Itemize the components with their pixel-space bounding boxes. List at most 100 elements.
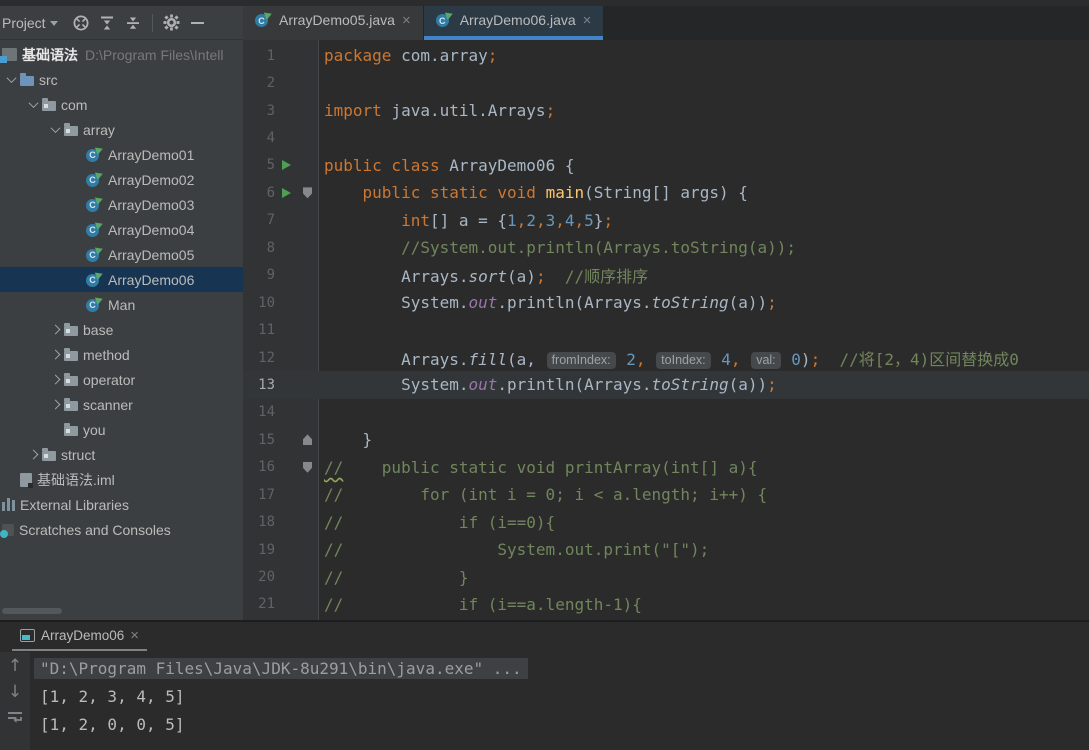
- tree-item-base[interactable]: base: [0, 317, 243, 342]
- run-gutter-button[interactable]: [275, 187, 297, 198]
- tree-item-method[interactable]: method: [0, 342, 243, 367]
- tree-item-you[interactable]: you: [0, 417, 243, 442]
- code-line-4[interactable]: 4: [243, 124, 1089, 151]
- code-line-14[interactable]: 14: [243, 399, 1089, 426]
- up-arrow-icon[interactable]: ↑: [8, 658, 22, 675]
- package-folder-icon: [64, 123, 78, 136]
- tree-item-arraydemo02[interactable]: C ArrayDemo02: [0, 167, 243, 192]
- console-tab[interactable]: ArrayDemo06 ×: [12, 623, 148, 651]
- code-line-18[interactable]: 18 // if (i==0){: [243, 508, 1089, 535]
- fold-marker[interactable]: [297, 461, 318, 473]
- code-text: // for (int i = 0; i < a.length; i++) {: [318, 485, 767, 504]
- code-token: //System.out.println(Arrays.toString(a))…: [324, 238, 797, 258]
- chevron-slot[interactable]: [46, 374, 64, 385]
- run-overlay-icon: [94, 194, 105, 205]
- package-folder-icon: [64, 423, 78, 436]
- fold-marker[interactable]: [297, 434, 318, 446]
- tree-item-arraydemo04[interactable]: C ArrayDemo04: [0, 217, 243, 242]
- code-editor[interactable]: 1 package com.array; 2 3 import java.util.Ar…: [243, 40, 1089, 621]
- close-icon[interactable]: ×: [402, 13, 411, 28]
- code-line-17[interactable]: 17 // for (int i = 0; i < a.length; i++) …: [243, 481, 1089, 508]
- code-token: public static void printArray(int[] a){: [343, 457, 758, 477]
- soft-wrap-icon[interactable]: [7, 710, 23, 724]
- chevron-right-icon: [50, 324, 60, 335]
- code-token: 4: [564, 210, 575, 230]
- line-number: 1: [266, 47, 275, 64]
- run-overlay-icon: [94, 294, 105, 305]
- editor-tab-arraydemo06-java[interactable]: C ArrayDemo06.java ×: [423, 0, 604, 40]
- code-line-6[interactable]: 6 public static void main(String[] args)…: [243, 179, 1089, 206]
- code-line-9[interactable]: 9 Arrays.sort(a); //顺序排序: [243, 262, 1089, 289]
- tree-item-arraydemo01[interactable]: C ArrayDemo01: [0, 142, 243, 167]
- project-view-selector[interactable]: Project: [2, 15, 46, 31]
- fold-down-icon: [303, 461, 312, 473]
- code-line-3[interactable]: 3 import java.util.Arrays;: [243, 97, 1089, 124]
- tree-item-man[interactable]: C Man: [0, 292, 243, 317]
- close-icon[interactable]: ×: [130, 628, 139, 643]
- chevron-slot[interactable]: [46, 399, 64, 410]
- tree-item-arraydemo06[interactable]: C ArrayDemo06: [0, 267, 243, 292]
- chevron-slot[interactable]: [2, 73, 20, 84]
- code-line-16[interactable]: 16 // public static void printArray(int[]…: [243, 454, 1089, 481]
- code-line-19[interactable]: 19 // System.out.print("[");: [243, 536, 1089, 563]
- parameter-hint: val:: [751, 351, 781, 369]
- tree-item-external-libraries[interactable]: External Libraries: [0, 492, 243, 517]
- class-icon: C: [86, 294, 105, 313]
- code-line-8[interactable]: 8 //System.out.println(Arrays.toString(a…: [243, 234, 1089, 261]
- tree-item-label: ArrayDemo01: [108, 146, 195, 163]
- code-line-7[interactable]: 7 int[] a = {1,2,3,4,5};: [243, 207, 1089, 234]
- code-line-5[interactable]: 5 public class ArrayDemo06 {: [243, 152, 1089, 179]
- code-line-2[interactable]: 2: [243, 69, 1089, 96]
- editor-tabbar: C ArrayDemo05.java × C ArrayDemo06.java ×: [243, 0, 1089, 40]
- expand-all-icon[interactable]: [94, 10, 120, 36]
- tree-item-基础语法-iml[interactable]: 基础语法.iml: [0, 467, 243, 492]
- fold-marker[interactable]: [297, 187, 318, 199]
- collapse-all-icon[interactable]: [120, 10, 146, 36]
- tree-item-com[interactable]: com: [0, 92, 243, 117]
- tree-item-arraydemo03[interactable]: C ArrayDemo03: [0, 192, 243, 217]
- console-toolbar: ↑ ↓: [0, 652, 30, 750]
- chevron-slot[interactable]: [24, 98, 42, 109]
- chevron-slot[interactable]: [24, 449, 42, 460]
- code-token: ,: [555, 210, 565, 230]
- run-gutter-button[interactable]: [275, 160, 297, 171]
- chevron-slot[interactable]: [46, 349, 64, 360]
- settings-gear-icon[interactable]: [159, 10, 185, 36]
- code-line-21[interactable]: 21 // if (i==a.length-1){: [243, 591, 1089, 618]
- tree-horizontal-scrollbar[interactable]: [2, 608, 62, 614]
- code-token: ArrayDemo06 {: [449, 155, 575, 175]
- chevron-slot[interactable]: [46, 123, 64, 134]
- code-token: com.array: [401, 46, 488, 66]
- close-icon[interactable]: ×: [583, 13, 592, 28]
- tree-item-operator[interactable]: operator: [0, 367, 243, 392]
- tree-item-基础语法[interactable]: 基础语法 D:\Program Files\Intell: [0, 42, 243, 67]
- project-path: D:\Program Files\Intell: [85, 46, 224, 63]
- chevron-down-icon[interactable]: [49, 21, 58, 26]
- tree-item-scratches-and-consoles[interactable]: Scratches and Consoles: [0, 517, 243, 542]
- line-number: 13: [258, 376, 275, 393]
- code-line-10[interactable]: 10 System.out.println(Arrays.toString(a)…: [243, 289, 1089, 316]
- chevron-slot[interactable]: [46, 324, 64, 335]
- down-arrow-icon[interactable]: ↓: [8, 684, 22, 701]
- tree-item-label: ArrayDemo03: [108, 196, 195, 213]
- code-line-11[interactable]: 11: [243, 316, 1089, 343]
- code-line-15[interactable]: 15 }: [243, 426, 1089, 453]
- editor-tab-arraydemo05-java[interactable]: C ArrayDemo05.java ×: [243, 0, 423, 40]
- code-token: package: [324, 46, 402, 66]
- tree-item-array[interactable]: array: [0, 117, 243, 142]
- code-line-20[interactable]: 20 // }: [243, 563, 1089, 590]
- fold-down-icon: [303, 187, 312, 199]
- tree-item-struct[interactable]: struct: [0, 442, 243, 467]
- tree-item-src[interactable]: src: [0, 67, 243, 92]
- select-opened-file-icon[interactable]: [68, 10, 94, 36]
- code-line-13[interactable]: 13 System.out.println(Arrays.toString(a)…: [243, 371, 1089, 399]
- code-token: sort: [468, 267, 508, 287]
- code-token: java.util.Arrays: [391, 101, 546, 121]
- tree-item-arraydemo05[interactable]: C ArrayDemo05: [0, 242, 243, 267]
- code-line-12[interactable]: 12 Arrays.fill(a, fromIndex: 2, toIndex:…: [243, 344, 1089, 371]
- code-line-1[interactable]: 1 package com.array;: [243, 42, 1089, 69]
- hide-panel-icon[interactable]: [185, 10, 211, 36]
- tree-item-label: you: [83, 421, 106, 438]
- class-icon: C: [435, 10, 454, 28]
- tree-item-scanner[interactable]: scanner: [0, 392, 243, 417]
